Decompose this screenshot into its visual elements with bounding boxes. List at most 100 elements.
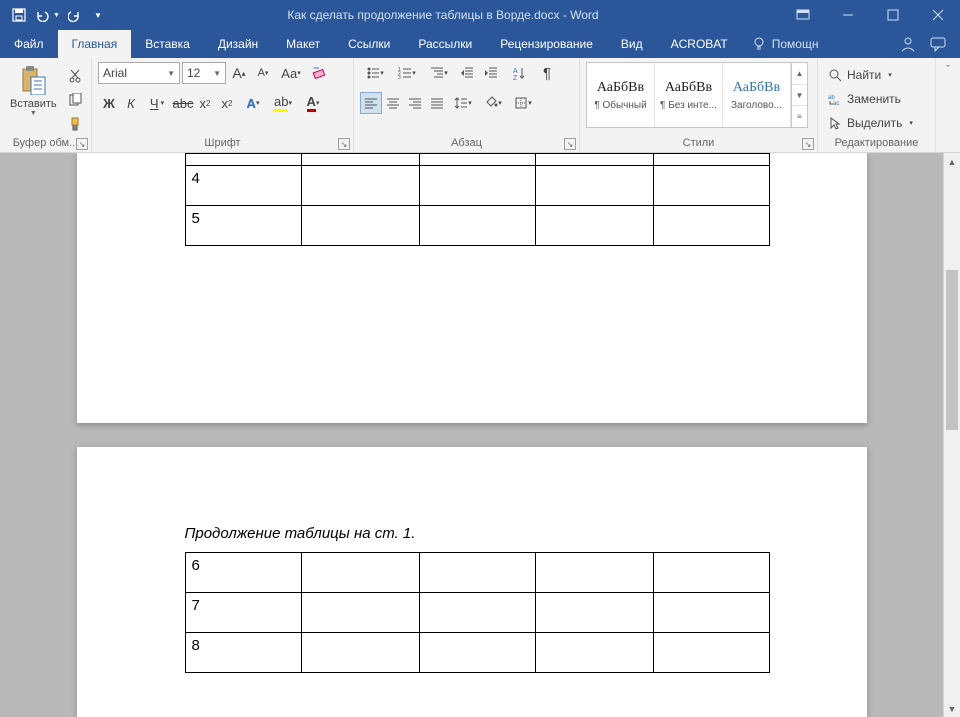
redo-button[interactable] bbox=[62, 3, 88, 27]
superscript-button[interactable]: x2 bbox=[216, 92, 238, 114]
increase-indent-button[interactable] bbox=[480, 62, 502, 84]
find-button[interactable]: Найти▾ bbox=[824, 64, 917, 86]
maximize-button[interactable] bbox=[870, 0, 915, 30]
document-scroll[interactable]: 4 5 Продолжение таблицы на ст. 1. 6 7 8 bbox=[0, 153, 943, 717]
italic-button[interactable]: К bbox=[120, 92, 142, 114]
tab-view[interactable]: Вид bbox=[607, 30, 657, 58]
table-page1[interactable]: 4 5 bbox=[185, 153, 770, 246]
svg-text:A: A bbox=[513, 68, 518, 75]
tab-file[interactable]: Файл bbox=[0, 30, 58, 58]
table-row[interactable]: 6 bbox=[185, 553, 769, 593]
table-row[interactable]: 5 bbox=[185, 206, 769, 246]
multilevel-button[interactable]: ▾ bbox=[424, 62, 454, 84]
show-marks-button[interactable]: ¶ bbox=[536, 62, 558, 84]
tell-me[interactable]: Помощн bbox=[742, 30, 829, 58]
highlight-button[interactable]: ab▾ bbox=[268, 92, 298, 114]
user-icon[interactable] bbox=[900, 36, 916, 52]
copy-button[interactable] bbox=[65, 90, 85, 110]
table-row[interactable]: 4 bbox=[185, 166, 769, 206]
copy-icon bbox=[68, 93, 82, 107]
strikethrough-button[interactable]: abc bbox=[172, 92, 194, 114]
style-normal[interactable]: АаБбВв¶ Обычный bbox=[587, 63, 655, 127]
scroll-up-button[interactable]: ▲ bbox=[944, 153, 960, 170]
tab-references[interactable]: Ссылки bbox=[334, 30, 404, 58]
close-button[interactable] bbox=[915, 0, 960, 30]
tab-acrobat[interactable]: ACROBAT bbox=[657, 30, 742, 58]
font-launcher[interactable]: ↘ bbox=[338, 138, 350, 150]
align-left-icon bbox=[364, 96, 378, 110]
align-right-button[interactable] bbox=[404, 92, 426, 114]
shading-button[interactable]: ▾ bbox=[478, 92, 508, 114]
replace-button[interactable]: abac Заменить bbox=[824, 88, 917, 110]
borders-button[interactable]: ▾ bbox=[508, 92, 538, 114]
table-page2[interactable]: 6 7 8 bbox=[185, 552, 770, 673]
grow-font-button[interactable]: A▴ bbox=[228, 62, 250, 84]
group-label-clipboard: Буфер обм...↘ bbox=[0, 134, 91, 152]
decrease-indent-button[interactable] bbox=[456, 62, 478, 84]
page-1[interactable]: 4 5 bbox=[77, 153, 867, 423]
underline-button[interactable]: Ч▾ bbox=[142, 92, 172, 114]
close-icon bbox=[932, 9, 944, 21]
minimize-button[interactable] bbox=[825, 0, 870, 30]
minimize-icon bbox=[842, 9, 854, 21]
align-center-button[interactable] bbox=[382, 92, 404, 114]
shrink-font-button[interactable]: A▾ bbox=[252, 62, 274, 84]
styles-gallery[interactable]: АаБбВв¶ Обычный АаБбВв¶ Без инте... АаБб… bbox=[586, 62, 808, 128]
tab-layout[interactable]: Макет bbox=[272, 30, 334, 58]
subscript-button[interactable]: x2 bbox=[194, 92, 216, 114]
scroll-track[interactable] bbox=[944, 170, 960, 700]
paragraph-launcher[interactable]: ↘ bbox=[564, 138, 576, 150]
redo-icon bbox=[68, 8, 82, 22]
select-button[interactable]: Выделить▾ bbox=[824, 112, 917, 134]
font-name-combo[interactable]: Arial▼ bbox=[98, 62, 180, 84]
group-editing: Найти▾ abac Заменить Выделить▾ Редактиро… bbox=[818, 58, 936, 152]
numbering-button[interactable]: 123▾ bbox=[392, 62, 422, 84]
page-2[interactable]: Продолжение таблицы на ст. 1. 6 7 8 bbox=[77, 447, 867, 717]
sort-button[interactable]: AZ bbox=[504, 62, 534, 84]
comment-icon[interactable] bbox=[930, 36, 946, 52]
change-case-button[interactable]: Aa▾ bbox=[276, 62, 306, 84]
bullets-button[interactable]: ▾ bbox=[360, 62, 390, 84]
justify-button[interactable] bbox=[426, 92, 448, 114]
tab-mailings[interactable]: Рассылки bbox=[404, 30, 486, 58]
paste-button[interactable]: Вставить ▼ bbox=[6, 62, 61, 119]
eraser-icon bbox=[311, 65, 327, 81]
ribbon-options-button[interactable] bbox=[780, 0, 825, 30]
multilevel-icon bbox=[430, 66, 444, 80]
save-button[interactable] bbox=[6, 3, 32, 27]
tab-home[interactable]: Главная bbox=[58, 30, 132, 58]
format-painter-button[interactable] bbox=[65, 114, 85, 134]
undo-button[interactable]: ▼ bbox=[34, 3, 60, 27]
collapse-ribbon-button[interactable]: ˇ bbox=[936, 58, 960, 152]
scroll-thumb[interactable] bbox=[946, 270, 958, 430]
font-color-button[interactable]: A▾ bbox=[298, 92, 328, 114]
scroll-down-button[interactable]: ▼ bbox=[944, 700, 960, 717]
style-no-spacing[interactable]: АаБбВв¶ Без инте... bbox=[655, 63, 723, 127]
clipboard-launcher[interactable]: ↘ bbox=[76, 138, 88, 150]
tab-review[interactable]: Рецензирование bbox=[486, 30, 607, 58]
group-paragraph: ▾ 123▾ ▾ AZ ¶ ▾ ▾ ▾ Абзац↘ bbox=[354, 58, 580, 152]
table-row[interactable]: 8 bbox=[185, 633, 769, 673]
cut-button[interactable] bbox=[65, 66, 85, 86]
bold-button[interactable]: Ж bbox=[98, 92, 120, 114]
align-left-button[interactable] bbox=[360, 92, 382, 114]
tab-design[interactable]: Дизайн bbox=[204, 30, 272, 58]
styles-gallery-spinner[interactable]: ▲▼≡ bbox=[791, 63, 807, 127]
styles-launcher[interactable]: ↘ bbox=[802, 138, 814, 150]
bullets-icon bbox=[366, 66, 380, 80]
qat-customize-button[interactable]: ▼ bbox=[90, 3, 106, 27]
font-size-combo[interactable]: 12▼ bbox=[182, 62, 226, 84]
table-row[interactable] bbox=[185, 154, 769, 166]
vertical-scrollbar[interactable]: ▲ ▼ bbox=[943, 153, 960, 717]
tab-insert[interactable]: Вставка bbox=[131, 30, 204, 58]
style-heading1[interactable]: АаБбВвЗаголово... bbox=[723, 63, 791, 127]
align-right-icon bbox=[408, 96, 422, 110]
group-label-font: Шрифт↘ bbox=[92, 134, 353, 152]
cursor-icon bbox=[828, 116, 842, 130]
text-effects-button[interactable]: A▾ bbox=[238, 92, 268, 114]
table-row[interactable]: 7 bbox=[185, 593, 769, 633]
cut-icon bbox=[68, 69, 82, 83]
line-spacing-button[interactable]: ▾ bbox=[448, 92, 478, 114]
table-caption[interactable]: Продолжение таблицы на ст. 1. bbox=[185, 525, 867, 542]
clear-formatting-button[interactable] bbox=[308, 62, 330, 84]
